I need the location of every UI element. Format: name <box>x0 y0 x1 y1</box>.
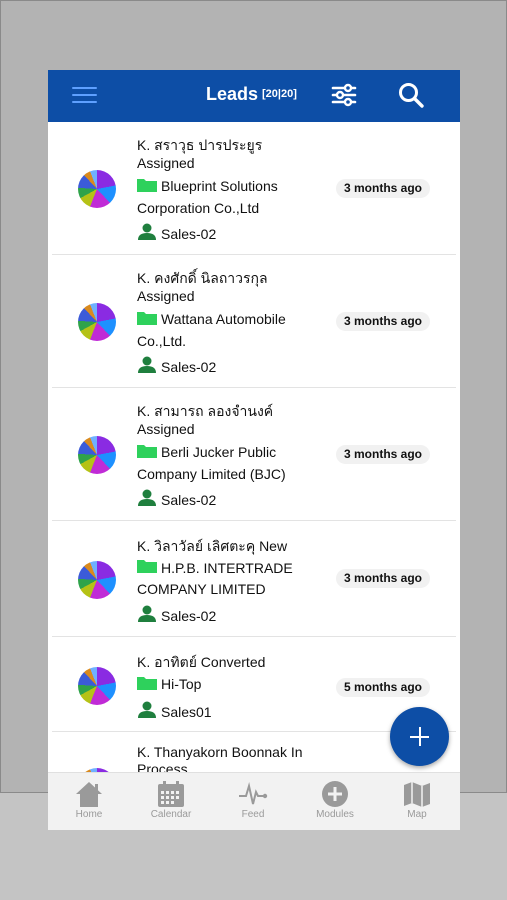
tab-label: Modules <box>316 809 354 820</box>
lead-status: Assigned <box>137 288 195 304</box>
pie-avatar-icon <box>78 561 116 599</box>
pie-avatar-icon <box>78 170 116 208</box>
company-name-line1: H.P.B. INTERTRADE <box>161 560 293 576</box>
lead-item[interactable]: K. สราวุธ ปารประยูร Assigned Blueprint S… <box>48 122 460 255</box>
folder-icon <box>137 312 157 325</box>
company-name-line1: Berli Jucker Public <box>161 444 277 460</box>
lead-name: K. สราวุธ ปารประยูร <box>137 137 263 153</box>
time-badge: 5 months ago <box>336 678 431 697</box>
company-name-line2: COMPANY LIMITED <box>137 581 266 597</box>
company-name-line2: Co.,Ltd. <box>137 333 187 349</box>
calendar-icon <box>158 781 184 807</box>
lead-name: K. คงศักดิ์ นิลถาวรกุล <box>137 270 268 286</box>
map-icon <box>404 782 430 807</box>
add-lead-button[interactable] <box>390 707 449 766</box>
lead-status: Assigned <box>137 421 195 437</box>
time-badge: 3 months ago <box>336 179 431 198</box>
lead-owner: Sales-02 <box>161 359 217 375</box>
tab-feed[interactable]: Feed <box>212 773 294 830</box>
search-icon <box>399 83 424 108</box>
tab-label: Feed <box>241 809 265 820</box>
app-header: Leads [20|20] <box>48 70 460 122</box>
search-button[interactable] <box>397 81 425 109</box>
tab-map[interactable]: Map <box>376 773 458 830</box>
plus-circle-icon <box>322 781 348 807</box>
folder-icon <box>137 445 157 458</box>
company-name-line1: Wattana Automobile <box>161 311 286 327</box>
tab-calendar[interactable]: Calendar <box>130 773 212 830</box>
time-badge: 3 months ago <box>336 569 431 588</box>
time-badge: 3 months ago <box>336 445 431 464</box>
person-icon <box>138 489 156 506</box>
pulse-icon <box>239 782 268 805</box>
app-screen: Leads [20|20] K. สราวุธ ปารประยูร Assign… <box>48 70 460 830</box>
lead-item[interactable]: K. คงศักดิ์ นิลถาวรกุล Assigned Wattana … <box>48 255 460 388</box>
bottom-tab-bar: Home Calendar Feed Modules Map <box>48 772 460 830</box>
lead-item[interactable]: K. สามารถ ลองจำนงค์ Assigned Berli Jucke… <box>48 388 460 521</box>
lead-name: K. สามารถ ลองจำนงค์ <box>137 403 274 419</box>
lead-status: Assigned <box>137 155 195 171</box>
lead-count: [20|20] <box>262 88 297 100</box>
lead-name: K. Thanyakorn Boonnak In <box>137 744 303 760</box>
pie-avatar-icon <box>78 303 116 341</box>
page-title: Leads <box>206 84 259 104</box>
person-icon <box>138 701 156 718</box>
leads-list[interactable]: K. สราวุธ ปารประยูร Assigned Blueprint S… <box>48 122 460 772</box>
tab-modules[interactable]: Modules <box>294 773 376 830</box>
lead-owner: Sales-02 <box>161 492 217 508</box>
tab-home[interactable]: Home <box>48 773 130 830</box>
home-icon <box>76 782 102 807</box>
company-name-line2: Corporation Co.,Ltd <box>137 200 260 216</box>
menu-button[interactable] <box>72 84 98 106</box>
tab-label: Home <box>75 809 103 820</box>
pie-avatar-icon <box>78 667 116 705</box>
pie-avatar-icon <box>78 436 116 474</box>
folder-icon <box>137 677 157 690</box>
sliders-icon <box>331 83 357 107</box>
tab-label: Calendar <box>150 809 192 820</box>
lead-item[interactable]: K. วิลาวัลย์ เลิศตะคุ New H.P.B. INTERTR… <box>48 521 460 637</box>
folder-icon <box>137 179 157 192</box>
person-icon <box>138 356 156 373</box>
filter-button[interactable] <box>330 81 358 109</box>
lead-status: Process <box>137 761 188 772</box>
lead-owner: Sales-02 <box>161 226 217 242</box>
person-icon <box>138 223 156 240</box>
folder-icon <box>137 560 157 573</box>
tab-label: Map <box>407 809 427 820</box>
lead-name: K. อาทิตย์ Converted <box>137 654 266 670</box>
lead-owner: Sales-02 <box>161 608 217 624</box>
lead-name: K. วิลาวัลย์ เลิศตะคุ New <box>137 538 288 554</box>
company-name-line1: Blueprint Solutions <box>161 178 278 194</box>
menu-icon <box>72 87 97 89</box>
company-name-line2: Company Limited (BJC) <box>137 466 286 482</box>
lead-owner: Sales01 <box>161 704 212 720</box>
company-name-line1: Hi-Top <box>161 676 202 692</box>
person-icon <box>138 605 156 622</box>
time-badge: 3 months ago <box>336 312 431 331</box>
